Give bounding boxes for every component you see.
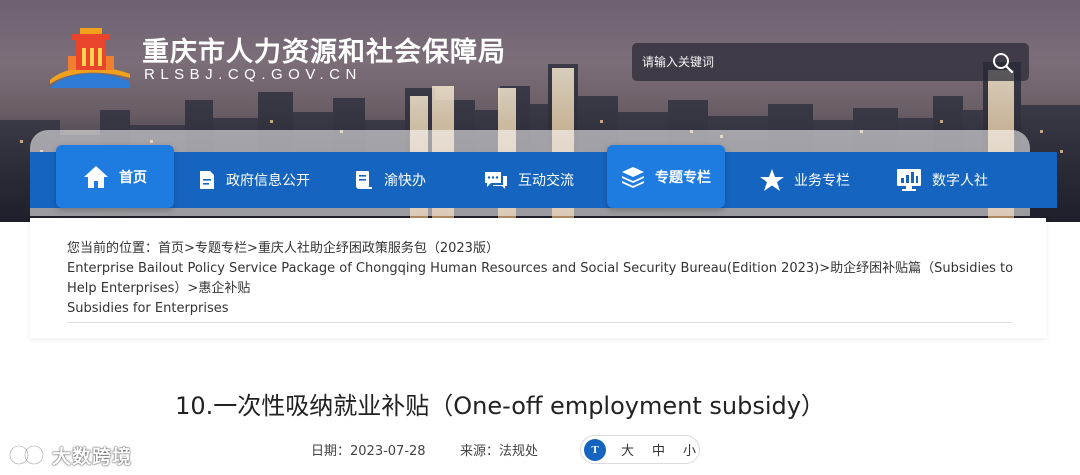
nav-item-label: 渝快办 [384, 173, 426, 189]
font-size-control: T 大 中 小 [580, 435, 700, 464]
search-input[interactable] [642, 49, 982, 75]
main-nav: 首页 政府信息公开 渝快办 互动交流 专题专栏 业务专栏 数字人社 [30, 145, 1057, 208]
nav-item-interaction[interactable]: 互动交流 [484, 152, 574, 208]
breadcrumb-separator: > [246, 241, 258, 256]
breadcrumb-link-service-package[interactable]: 重庆人社助企纾困政策服务包（2023版） [258, 241, 499, 256]
nav-item-home[interactable]: 首页 [56, 145, 174, 208]
breadcrumb-separator: > [184, 241, 195, 256]
breadcrumb-panel: 您当前的位置：首页>专题专栏>重庆人社助企纾困政策服务包（2023版） Ente… [30, 218, 1046, 338]
nav-item-yukuaiban[interactable]: 渝快办 [354, 152, 426, 208]
font-size-medium-button[interactable]: 中 [652, 440, 665, 459]
nav-item-label: 数字人社 [932, 173, 988, 189]
source-value: 法规处 [499, 444, 539, 459]
site-domain: RLSBJ.CQ.GOV.CN [144, 66, 362, 83]
breadcrumb-link-special-topics[interactable]: 专题专栏 [195, 241, 247, 256]
breadcrumb-link-service-package-en[interactable]: Enterprise Bailout Policy Service Packag… [67, 261, 819, 276]
font-size-icon: T [584, 438, 606, 461]
nav-item-digital[interactable]: 数字人社 [896, 152, 988, 208]
book-icon [356, 171, 372, 189]
breadcrumb-link-enterprise-subsidies[interactable]: 惠企补贴 [198, 281, 250, 296]
nav-item-special-topics[interactable]: 专题专栏 [607, 145, 725, 208]
search-box [632, 43, 1029, 81]
nav-item-label: 首页 [119, 169, 147, 186]
nav-item-label: 互动交流 [518, 173, 574, 189]
breadcrumb-link-enterprise-subsidies-en[interactable]: Subsidies for Enterprises [67, 301, 229, 316]
nav-item-label: 业务专栏 [794, 173, 850, 189]
font-size-small-button[interactable]: 小 [683, 440, 696, 459]
document-icon [200, 171, 214, 189]
breadcrumb-separator: > [187, 281, 199, 296]
article-date: 日期：2023-07-28 [311, 440, 426, 459]
monitor-chart-icon [897, 169, 921, 191]
date-label: 日期： [311, 444, 351, 459]
font-size-large-button[interactable]: 大 [621, 440, 634, 459]
site-title: 重庆市人力资源和社会保障局 [142, 37, 506, 68]
star-icon [760, 169, 784, 191]
bureau-logo [50, 28, 130, 88]
layers-icon [622, 166, 644, 188]
nav-item-gov-info[interactable]: 政府信息公开 [198, 152, 310, 208]
breadcrumb: 您当前的位置：首页>专题专栏>重庆人社助企纾困政策服务包（2023版） Ente… [67, 239, 1017, 319]
breadcrumb-prefix: 您当前的位置： [67, 241, 159, 256]
watermark-logo-icon [8, 444, 45, 466]
breadcrumb-separator: > [819, 261, 831, 276]
article-source: 来源：法规处 [460, 440, 538, 459]
search-icon[interactable] [991, 51, 1015, 75]
watermark: 大数跨境 [8, 440, 132, 470]
nav-item-label: 专题专栏 [655, 169, 711, 186]
article-title: 10.一次性吸纳就业补贴（One-off employment subsidy） [175, 392, 825, 420]
chat-icon [485, 172, 507, 189]
breadcrumb-divider [67, 322, 1012, 323]
home-icon [84, 165, 108, 188]
nav-item-business[interactable]: 业务专栏 [760, 152, 850, 208]
breadcrumb-link-home[interactable]: 首页 [158, 241, 184, 256]
date-value: 2023-07-28 [350, 444, 426, 459]
nav-item-label: 政府信息公开 [226, 173, 310, 189]
watermark-text: 大数跨境 [52, 445, 133, 468]
source-label: 来源： [460, 444, 500, 459]
